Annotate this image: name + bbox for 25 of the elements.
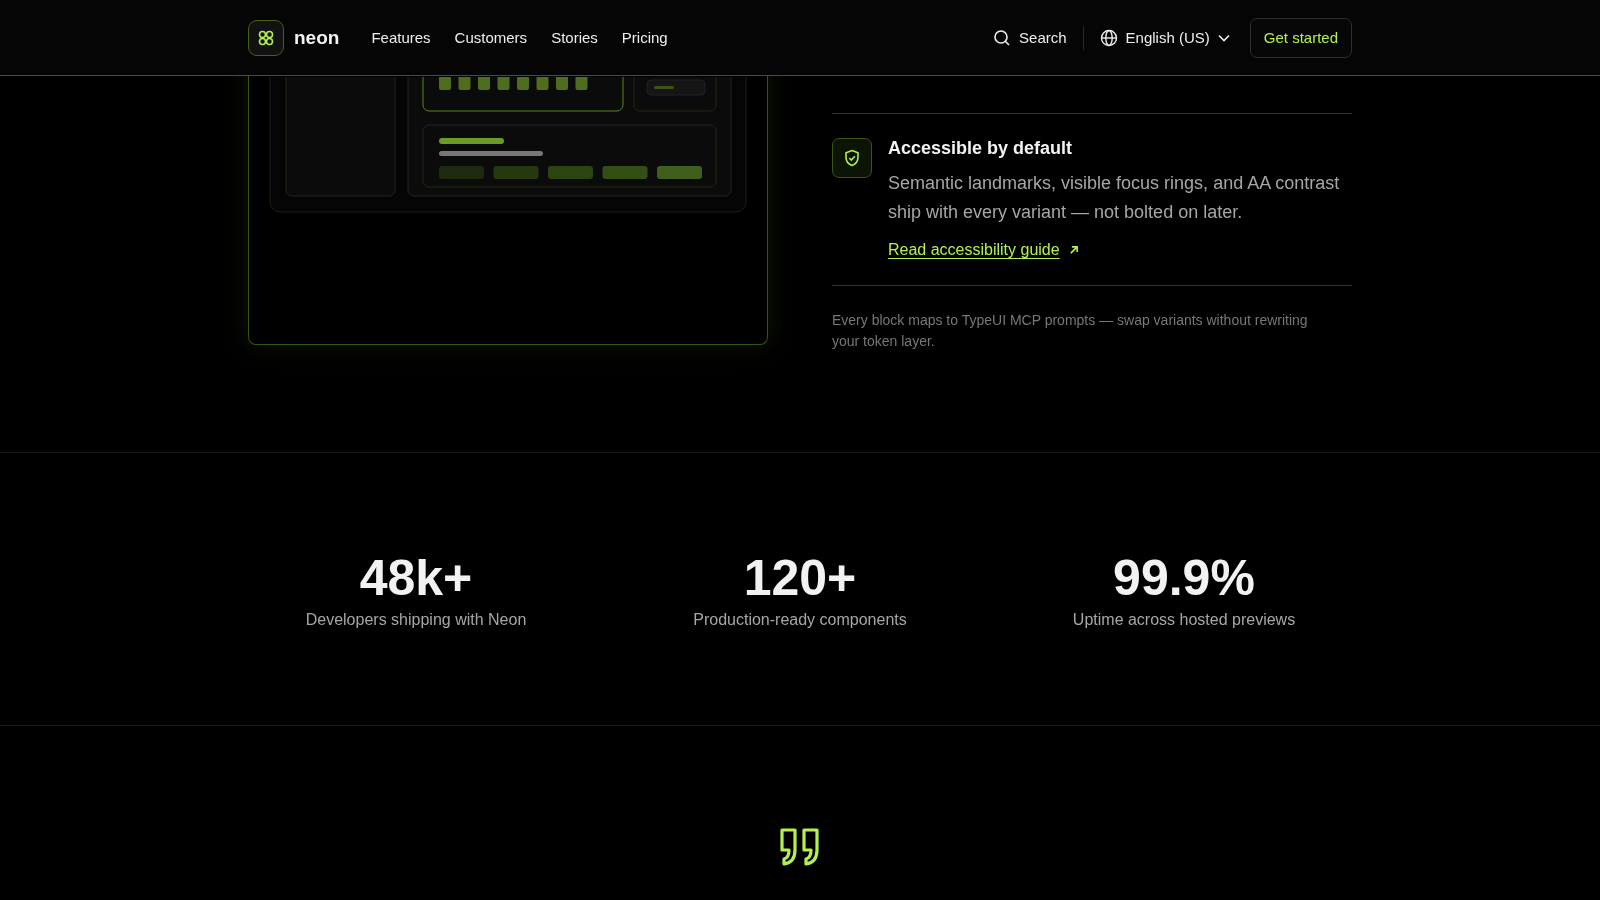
stat-label: Uptime across hosted previews — [1072, 611, 1296, 629]
brand-name: neon — [294, 26, 340, 49]
stat-value: 99.9% — [1113, 549, 1255, 607]
stat-value: 120+ — [743, 549, 857, 607]
stat-label: Production-ready components — [693, 611, 907, 629]
feature-description: Semantic landmarks, visible focus rings, and AA contrast ship with every variant — not bolted on later. — [888, 172, 1341, 224]
nav-link[interactable]: Pricing — [621, 29, 668, 46]
logo-icon[interactable] — [248, 19, 284, 56]
guide-link[interactable]: Read accessibility guide — [888, 241, 1060, 259]
footnote-text: Every block maps to TypeUI MCP prompts — swap variants without rewriting your token layer. — [832, 311, 1309, 351]
feature-title: Accessible by default — [888, 138, 1074, 159]
stat-value: 48k+ — [359, 549, 473, 607]
nav-link[interactable]: Stories — [551, 29, 598, 46]
language-selector[interactable]: English (US) — [1099, 28, 1230, 47]
stat-label: Developers shipping with Neon — [305, 611, 527, 629]
arrow-icon — [1069, 246, 1078, 254]
get-started-button[interactable]: Get started — [1249, 17, 1352, 58]
chevron-down-icon — [1217, 33, 1230, 42]
nav-link[interactable]: Features — [371, 29, 431, 46]
nav-link[interactable]: Customers — [454, 29, 528, 46]
globe-icon — [1099, 28, 1118, 47]
shield-check-icon — [832, 138, 872, 178]
search-icon — [993, 28, 1012, 47]
quote-icon — [779, 826, 821, 868]
search-button[interactable]: Search — [993, 28, 1083, 47]
